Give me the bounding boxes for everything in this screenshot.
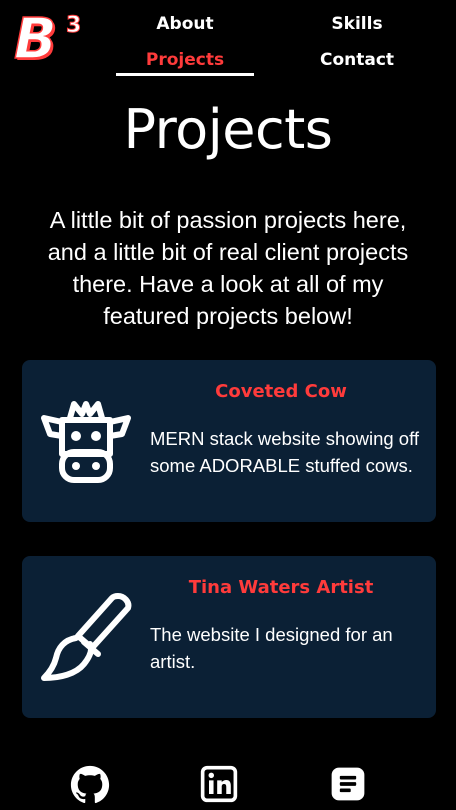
paintbrush-icon xyxy=(41,593,132,681)
project-card-coveted-cow[interactable]: Coveted Cow MERN stack website showing o… xyxy=(22,360,436,522)
github-icon[interactable] xyxy=(68,764,112,804)
active-nav-underline xyxy=(116,73,254,76)
page-title: Projects xyxy=(123,98,333,161)
project-description: MERN stack website showing off some ADOR… xyxy=(150,428,420,476)
nav-link-contact[interactable]: Contact xyxy=(288,50,426,70)
project-card-tina-waters[interactable]: Tina Waters Artist The website I designe… xyxy=(22,556,436,718)
linkedin-icon[interactable] xyxy=(197,764,241,804)
intro-text: A little bit of passion projects here, a… xyxy=(47,207,409,329)
nav-link-projects[interactable]: Projects xyxy=(116,50,254,70)
nav-link-about[interactable]: About xyxy=(116,14,254,34)
cow-icon xyxy=(41,401,131,483)
project-description: The website I designed for an artist. xyxy=(150,624,393,672)
main-nav: About Skills Projects Contact xyxy=(0,0,456,80)
project-title[interactable]: Coveted Cow xyxy=(150,381,412,402)
resume-icon[interactable] xyxy=(326,764,370,804)
project-title[interactable]: Tina Waters Artist xyxy=(150,577,412,598)
nav-link-skills[interactable]: Skills xyxy=(288,14,426,34)
